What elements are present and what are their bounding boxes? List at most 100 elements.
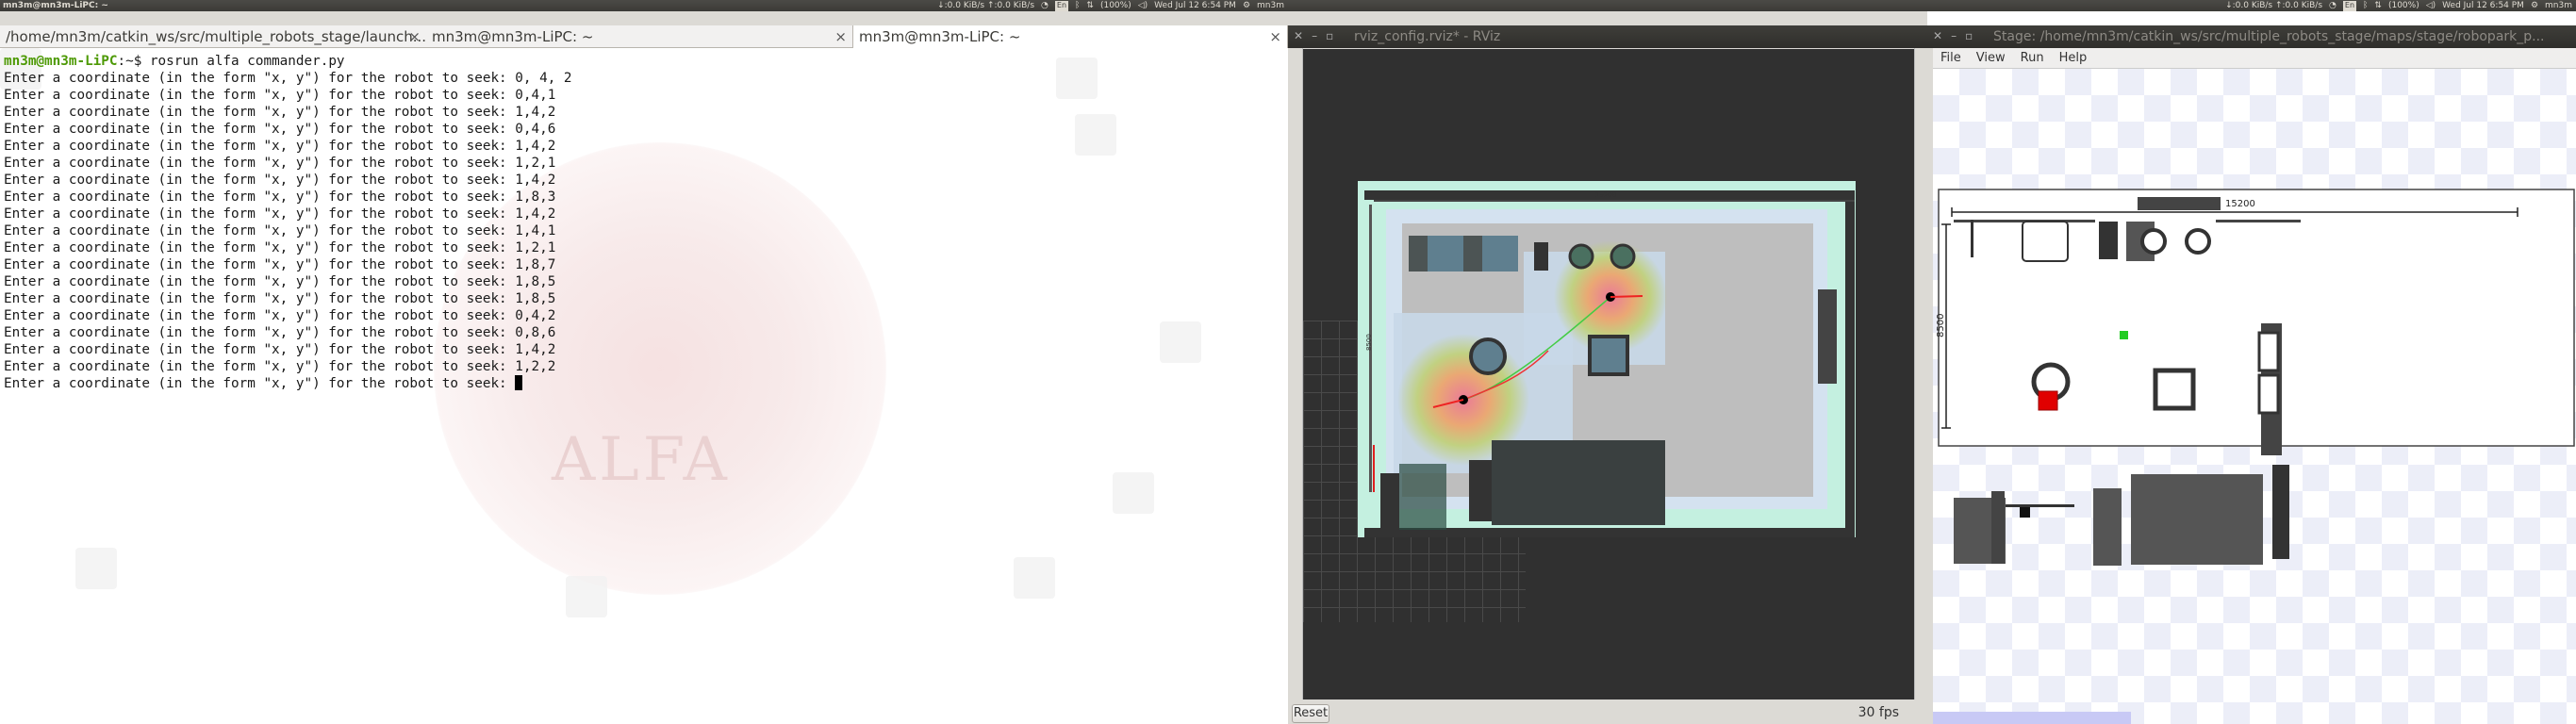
close-icon[interactable]: × [408, 25, 421, 48]
dimension-line [1374, 200, 1855, 202]
tab-label: /home/mn3m/catkin_ws/src/multiple_robots… [6, 28, 426, 45]
terminal-tab-launch[interactable]: /home/mn3m/catkin_ws/src/multiple_robots… [0, 25, 426, 48]
wall-top-block [2138, 197, 2221, 210]
clock[interactable]: Wed Jul 12 6:54 PM [2442, 0, 2524, 11]
right-panel-handle[interactable] [1914, 48, 1927, 712]
user-account[interactable]: mn3m [1257, 0, 1284, 11]
maximize-icon[interactable]: ▫ [1326, 30, 1333, 42]
bluetooth-icon[interactable]: ᛒ [2363, 0, 2368, 11]
terminal-line-input: 0, 4, 2 [515, 71, 572, 86]
rviz-title-bar[interactable]: ✕ – ▫ rviz_config.rviz* - RViz [1288, 25, 1927, 48]
prompt-user: mn3m@mn3m-LiPC [4, 54, 118, 69]
gear-icon[interactable]: ⚙ [2531, 0, 2538, 11]
terminal-line-prompt: Enter a coordinate (in the form "x, y") … [4, 291, 516, 306]
dimension-label: 8500 [1936, 314, 1946, 337]
clock[interactable]: Wed Jul 12 6:54 PM [1154, 0, 1236, 11]
top-panel-left: mn3m@mn3m-LiPC: ~ ↓:0.0 KiB/s ↑:0.0 KiB/… [0, 0, 1288, 11]
stage-window: ✕ – ▫ Stage: /home/mn3m/catkin_ws/src/mu… [1927, 11, 2576, 724]
wall-right-box [2257, 373, 2280, 415]
maximize-icon[interactable]: ▫ [1965, 30, 1973, 42]
battery-indicator[interactable]: (100%) [1100, 0, 1131, 11]
rviz-3d-view[interactable]: 15200 8500 [1303, 49, 1914, 699]
obstacle [1469, 460, 1492, 521]
menu-run[interactable]: Run [2013, 48, 2052, 69]
terminal-line-input: 1,2,2 [515, 359, 556, 374]
window-title: rviz_config.rviz* - RViz [1354, 29, 1501, 44]
stage-obstacle [2131, 474, 2263, 565]
network-speed-indicator[interactable]: ↓:0.0 KiB/s ↑:0.0 KiB/s [937, 0, 1034, 11]
desktop-icon [1075, 114, 1116, 156]
transfer-icon[interactable]: ⇅ [1086, 0, 1094, 11]
network-speed-indicator[interactable]: ↓:0.0 KiB/s ↑:0.0 KiB/s [2225, 0, 2322, 11]
left-panel-handle[interactable] [1288, 48, 1303, 712]
volume-icon[interactable]: ◁) [1138, 0, 1148, 11]
terminal-line-prompt: Enter a coordinate (in the form "x, y") … [4, 240, 516, 255]
wall-top [2216, 220, 2301, 222]
terminal-line-prompt: Enter a coordinate (in the form "x, y") … [4, 274, 516, 289]
close-icon[interactable]: × [834, 25, 847, 48]
obstacle [1380, 473, 1399, 530]
menu-help[interactable]: Help [2052, 48, 2095, 69]
terminal-line-prompt: Enter a coordinate (in the form "x, y") … [4, 156, 516, 171]
minimize-icon[interactable]: – [1312, 30, 1317, 42]
keyboard-layout-indicator[interactable]: En [2342, 1, 2357, 11]
terminal-tab-bar: /home/mn3m/catkin_ws/src/multiple_robots… [0, 25, 1288, 48]
wall-right-segments [1818, 289, 1837, 384]
menu-view[interactable]: View [1969, 48, 2013, 69]
gear-icon[interactable]: ⚙ [1243, 0, 1250, 11]
stage-title-bar[interactable]: ✕ – ▫ Stage: /home/mn3m/catkin_ws/src/mu… [1927, 25, 2576, 48]
box-obstacle [2153, 368, 2196, 411]
obstacle [2272, 465, 2289, 559]
user-account[interactable]: mn3m [2545, 0, 2572, 11]
fps-counter: 30 fps [1858, 705, 1899, 720]
tab-label: mn3m@mn3m-LiPC: ~ [859, 28, 1021, 45]
costmap-view: 15200 8500 [1358, 181, 1856, 537]
wall-right-box [2257, 331, 2280, 372]
terminal-line-input: 1,2,1 [515, 240, 556, 255]
terminal-line-input: 1,4,2 [515, 139, 556, 154]
terminal-line-input: 1,4,1 [515, 223, 556, 239]
desktop-logo-text: ALFA [552, 425, 731, 495]
close-icon[interactable]: × [1269, 25, 1281, 48]
close-icon[interactable]: ✕ [1933, 30, 1942, 42]
robot-marker [2038, 390, 2058, 411]
battery-indicator[interactable]: (100%) [2388, 0, 2419, 11]
terminal-output[interactable]: mn3m@mn3m-LiPC:~$ rosrun alfa commander.… [4, 53, 572, 392]
tab-label: mn3m@mn3m-LiPC: ~ [432, 28, 594, 45]
wall-right [1845, 190, 1855, 537]
prompt-symbol: $ [133, 54, 150, 69]
minimize-icon[interactable]: – [1951, 30, 1957, 42]
terminal-line-input: 1,4,2 [515, 105, 556, 120]
reset-button[interactable]: Reset [1292, 704, 1329, 723]
stage-obstacle [1492, 440, 1665, 525]
transfer-icon[interactable]: ⇅ [2374, 0, 2382, 11]
terminal-line-prompt: Enter a coordinate (in the form "x, y") … [4, 71, 516, 86]
terminal-line-input: 0,4,1 [515, 88, 556, 103]
robot-heading [1610, 295, 1643, 298]
terminal-line-input: 1,4,2 [515, 173, 556, 188]
shelf [1971, 220, 1973, 257]
goal-marker [2120, 331, 2128, 339]
terminal-cursor [515, 375, 523, 390]
terminal-line-prompt: Enter a coordinate (in the form "x, y") … [4, 325, 516, 340]
pillar-obstacle [1469, 337, 1507, 375]
desktop-icon [1056, 58, 1098, 99]
terminal-tab-active[interactable]: mn3m@mn3m-LiPC: ~ × [852, 25, 1288, 48]
pillar-obstacle [2140, 228, 2167, 255]
terminal-line-input: 1,4,2 [515, 206, 556, 222]
wifi-icon[interactable]: ◔ [2329, 0, 2337, 11]
terminal-line-prompt: Enter a coordinate (in the form "x, y") … [4, 122, 516, 137]
keyboard-layout-indicator[interactable]: En [1054, 1, 1069, 11]
terminal-line-prompt: Enter a coordinate (in the form "x, y") … [4, 223, 516, 239]
obstacle [2099, 222, 2118, 259]
terminal-tab-home[interactable]: mn3m@mn3m-LiPC: ~ × [426, 25, 852, 48]
rviz-status-bar: Reset 30 fps [1288, 699, 1927, 724]
stage-canvas[interactable]: 15200 8500 [1933, 69, 2576, 724]
bluetooth-icon[interactable]: ᛒ [1075, 0, 1080, 11]
volume-icon[interactable]: ◁) [2426, 0, 2436, 11]
menu-file[interactable]: File [1933, 48, 1969, 69]
close-icon[interactable]: ✕ [1294, 30, 1303, 42]
wifi-icon[interactable]: ◔ [1041, 0, 1049, 11]
shelf [2022, 221, 2069, 262]
desktop-icon [75, 548, 117, 589]
